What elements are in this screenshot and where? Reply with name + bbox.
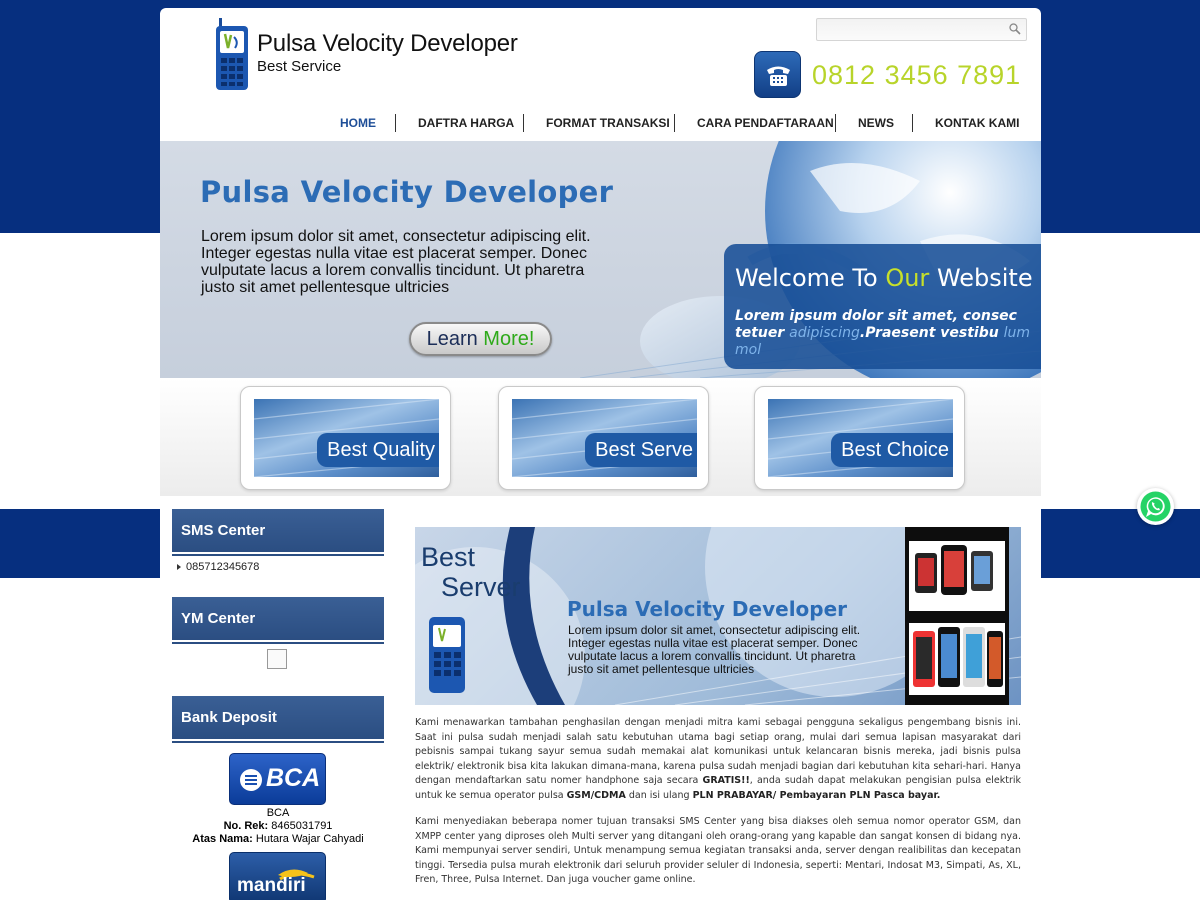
nav-format-transaksi[interactable]: FORMAT TRANSAKSI xyxy=(546,116,670,130)
welcome-title-a: Welcome To xyxy=(735,264,878,292)
intro-bold-pln: PLN PRABAYAR/ Pembayaran PLN Pasca bayar… xyxy=(692,789,941,801)
feature-best-quality[interactable]: Best Quality xyxy=(240,386,451,490)
bca-rek-label: No. Rek: xyxy=(223,820,269,832)
intro-bold-gratis: GRATIS!! xyxy=(702,775,750,787)
nav-cara-pendaftaraan[interactable]: CARA PENDAFTARAAN xyxy=(697,116,834,130)
welcome-subtitle: Lorem ipsum dolor sit amet, consec tetue… xyxy=(735,308,1041,359)
bca-name: BCA xyxy=(266,807,290,819)
mandiri-logo: mandiri xyxy=(229,852,326,900)
feature-best-choice[interactable]: Best Choice xyxy=(754,386,965,490)
hero-slider: Pulsa Velocity Developer Lorem ipsum dol… xyxy=(160,141,1041,378)
sms-center-heading: SMS Center xyxy=(172,509,384,554)
nav-separator xyxy=(674,114,675,132)
main-navigation: HOME DAFTRA HARGA FORMAT TRANSAKSI CARA … xyxy=(160,112,1041,134)
intro-bold-gsm: GSM/CDMA xyxy=(566,789,626,801)
bca-rek-value: 8465031791 xyxy=(271,820,333,832)
feature-label: Best Serve xyxy=(585,433,697,467)
bank-deposit-heading: Bank Deposit xyxy=(172,696,384,741)
telephone-badge xyxy=(754,51,801,98)
nav-separator xyxy=(395,114,396,132)
logo-phone-icon xyxy=(216,18,248,90)
bca-bank-details: BCA No. Rek: 8465031791 Atas Nama: Hutar… xyxy=(172,807,384,846)
search-box xyxy=(816,18,1027,41)
hotline-number: 0812 3456 7891 xyxy=(812,60,1022,90)
nav-news[interactable]: NEWS xyxy=(858,116,894,130)
whatsapp-button[interactable] xyxy=(1137,488,1174,525)
brand-tagline: Best Service xyxy=(257,58,342,75)
learn-more-button[interactable]: Learn More! xyxy=(409,322,552,356)
feature-image: Best Choice xyxy=(768,399,953,477)
mandiri-logo-text: mandiri xyxy=(237,875,306,896)
smartphones-illustration xyxy=(909,541,1005,695)
welcome-panel: Welcome To Our Website Lorem ipsum dolor… xyxy=(724,244,1041,369)
feature-image: Best Serve xyxy=(512,399,697,477)
search-input[interactable] xyxy=(817,19,1003,40)
bca-holder-line: Atas Nama: Hutara Wajar Cahyadi xyxy=(172,833,384,846)
banner-server-text: Server xyxy=(441,572,521,602)
ym-center-heading: YM Center xyxy=(172,597,384,642)
intro-paragraph: Kami menawarkan tambahan penghasilan den… xyxy=(415,716,1021,804)
feature-strip: Best Quality Best Serve Best Choice xyxy=(160,378,1041,496)
ym-status-image-icon[interactable] xyxy=(267,649,287,669)
feature-image: Best Quality xyxy=(254,399,439,477)
bca-holder-label: Atas Nama: xyxy=(192,833,253,845)
nav-separator xyxy=(835,114,836,132)
page-container: Pulsa Velocity Developer Best Service 08… xyxy=(160,8,1041,900)
welcome-title-highlight: Our xyxy=(885,264,930,292)
bca-logo-text: BCA xyxy=(266,764,321,792)
welcome-sub-b: .Praesent vestibu xyxy=(859,325,999,341)
hero-title: Pulsa Velocity Developer xyxy=(200,175,614,209)
feature-best-serve[interactable]: Best Serve xyxy=(498,386,709,490)
nav-kontak-kami[interactable]: KONTAK KAMI xyxy=(935,116,1019,130)
services-paragraph: Kami menyediakan beberapa nomer tujuan t… xyxy=(415,816,1021,886)
nav-daftra-harga[interactable]: DAFTRA HARGA xyxy=(418,116,514,130)
feature-label: Best Quality xyxy=(317,433,439,467)
nav-separator xyxy=(523,114,524,132)
welcome-title-b: Website xyxy=(936,264,1033,292)
search-icon[interactable] xyxy=(1008,22,1022,36)
sms-number-item: 085712345678 xyxy=(177,561,259,573)
bca-logo: BCA xyxy=(229,753,326,805)
banner-description: Lorem ipsum dolor sit amet, consectetur … xyxy=(568,623,861,676)
intro-text-d: dan isi ulang xyxy=(625,789,693,801)
banner-title: Pulsa Velocity Developer xyxy=(567,597,848,621)
bullet-arrow-icon xyxy=(177,564,181,571)
server-banner: Best Server Pulsa Velocity Developer Lor… xyxy=(415,527,1021,705)
learn-more-label-a: Learn xyxy=(426,328,478,350)
welcome-title: Welcome To Our Website xyxy=(735,264,1033,292)
brand-name: Pulsa Velocity Developer xyxy=(257,30,518,57)
bca-holder-value: Hutara Wajar Cahyadi xyxy=(255,833,364,845)
sms-number: 085712345678 xyxy=(186,561,260,573)
whatsapp-icon xyxy=(1140,491,1171,522)
banner-best-text: Best xyxy=(421,542,476,572)
smartphones-image xyxy=(905,527,1009,705)
learn-more-label-b: More! xyxy=(483,328,535,350)
welcome-sub-dim1: adipiscing xyxy=(789,325,860,341)
nav-separator xyxy=(912,114,913,132)
bca-account-line: No. Rek: 8465031791 xyxy=(172,820,384,833)
feature-label: Best Choice xyxy=(831,433,953,467)
telephone-icon xyxy=(767,66,790,86)
nav-home[interactable]: HOME xyxy=(340,116,376,130)
hero-description: Lorem ipsum dolor sit amet, consectetur … xyxy=(201,228,591,296)
